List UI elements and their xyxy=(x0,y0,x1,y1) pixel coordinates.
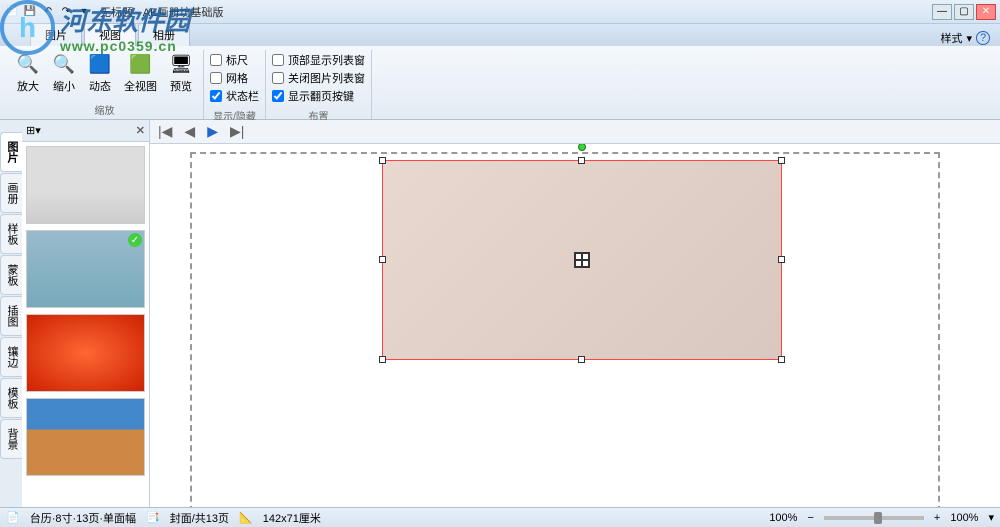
status-doc-info: 台历·8寸·13页·单面幅 xyxy=(30,510,136,526)
thumbnail-item[interactable] xyxy=(26,230,145,308)
side-tab-template[interactable]: 样板 xyxy=(0,214,22,254)
selected-image-object[interactable] xyxy=(382,160,782,360)
qat-icon-1[interactable]: 📄 xyxy=(4,4,20,20)
close-button[interactable]: ✕ xyxy=(976,4,996,20)
resize-handle-tl[interactable] xyxy=(379,157,386,164)
help-icon[interactable]: ? xyxy=(976,31,990,45)
status-size-icon: 📐 xyxy=(239,511,253,524)
toplist-checkbox[interactable]: 顶部显示列表窗 xyxy=(272,52,365,68)
ribbon-group-label-zoom: 缩放 xyxy=(12,100,197,119)
dynamic-icon: 🟦 xyxy=(88,52,112,76)
ribbon-group-zoom: 🔍 放大 🔍 缩小 🟦 动态 🟩 全视图 🖥 预览 缩放 xyxy=(6,50,204,119)
zoom-in-icon: 🔍 xyxy=(16,52,40,76)
rotate-handle[interactable] xyxy=(578,144,586,151)
zoom-out-button[interactable]: 🔍 缩小 xyxy=(48,50,80,100)
preview-icon: 🖥 xyxy=(169,52,193,76)
side-tab-background[interactable]: 背景 xyxy=(0,419,22,459)
titlebar: 📄 💾 ↶ ↷ ▾ 无标题 - AE画册坊基础版 — ▢ ✕ xyxy=(0,0,1000,24)
side-tab-album[interactable]: 画册 xyxy=(0,173,22,213)
qat-icon-2[interactable]: 💾 xyxy=(22,4,38,20)
center-grip-icon[interactable] xyxy=(574,252,590,268)
status-doc-icon: 📄 xyxy=(6,511,20,524)
resize-handle-tr[interactable] xyxy=(778,157,785,164)
ruler-checkbox[interactable]: 标尺 xyxy=(210,52,259,68)
side-tab-mask[interactable]: 蒙板 xyxy=(0,255,22,295)
qat-icon-5[interactable]: ▾ xyxy=(76,4,92,20)
panel-menu-icon[interactable]: ⊞ xyxy=(26,124,35,137)
qat-icon-4[interactable]: ↷ xyxy=(58,4,74,20)
window-title: 无标题 - AE画册坊基础版 xyxy=(100,4,223,20)
resize-handle-bl[interactable] xyxy=(379,356,386,363)
prev-page-button[interactable]: ◀ xyxy=(184,123,195,140)
zoom-out-icon: 🔍 xyxy=(52,52,76,76)
zoom-value: 100% xyxy=(769,512,797,524)
qat-icon-3[interactable]: ↶ xyxy=(40,4,56,20)
resize-handle-ml[interactable] xyxy=(379,256,386,263)
tab-view[interactable]: 视图 xyxy=(84,23,136,46)
fullview-button[interactable]: 🟩 全视图 xyxy=(120,50,161,100)
ribbon: 🔍 放大 🔍 缩小 🟦 动态 🟩 全视图 🖥 预览 缩放 标尺 xyxy=(0,46,1000,120)
canvas-area: |◀ ◀ ▶ ▶| xyxy=(150,120,1000,507)
quick-access-toolbar: 📄 💾 ↶ ↷ ▾ xyxy=(4,4,92,20)
zoom-in-small-button[interactable]: + xyxy=(934,512,940,524)
statusbar-checkbox[interactable]: 状态栏 xyxy=(210,88,259,104)
side-tab-border[interactable]: 镶边 xyxy=(0,337,22,377)
side-tab-model[interactable]: 模板 xyxy=(0,378,22,418)
fullview-icon: 🟩 xyxy=(129,52,153,76)
dynamic-button[interactable]: 🟦 动态 xyxy=(84,50,116,100)
shownav-checkbox[interactable]: 显示翻页按键 xyxy=(272,88,365,104)
resize-handle-bm[interactable] xyxy=(578,356,585,363)
play-button[interactable]: ▶ xyxy=(207,123,218,140)
side-tab-clipart[interactable]: 插图 xyxy=(0,296,22,336)
thumbnail-panel: ⊞ ▾ ✕ xyxy=(22,120,150,507)
zoom-value-2: 100% xyxy=(950,512,978,524)
thumbnail-item[interactable] xyxy=(26,146,145,224)
first-page-button[interactable]: |◀ xyxy=(158,123,172,140)
zoom-in-button[interactable]: 🔍 放大 xyxy=(12,50,44,100)
style-chevron-icon[interactable]: ▾ xyxy=(966,32,972,45)
resize-handle-mr[interactable] xyxy=(778,256,785,263)
zoom-dropdown-icon[interactable]: ▾ xyxy=(988,511,994,524)
side-tab-image[interactable]: 图片 xyxy=(0,132,22,172)
thumbnail-item[interactable] xyxy=(26,314,145,392)
ribbon-group-layout: 顶部显示列表窗 关闭图片列表窗 显示翻页按键 布置 xyxy=(266,50,372,119)
page-frame[interactable] xyxy=(190,152,940,507)
minimize-button[interactable]: — xyxy=(932,4,952,20)
thumbnail-panel-header: ⊞ ▾ ✕ xyxy=(22,120,149,142)
status-page-info: 封面/共13页 xyxy=(170,510,229,526)
status-page-icon: 📑 xyxy=(146,511,160,524)
tab-album[interactable]: 相册 xyxy=(138,23,190,46)
resize-handle-br[interactable] xyxy=(778,356,785,363)
preview-button[interactable]: 🖥 预览 xyxy=(165,50,197,100)
playback-bar: |◀ ◀ ▶ ▶| xyxy=(150,120,1000,144)
next-page-button[interactable]: ▶| xyxy=(230,123,244,140)
side-tab-strip: 图片 画册 样板 蒙板 插图 镶边 模板 背景 xyxy=(0,120,22,507)
main-area: 图片 画册 样板 蒙板 插图 镶边 模板 背景 ⊞ ▾ ✕ |◀ ◀ ▶ ▶| xyxy=(0,120,1000,507)
canvas-viewport[interactable] xyxy=(150,144,1000,507)
statusbar: 📄 台历·8寸·13页·单面幅 📑 封面/共13页 📐 142x71厘米 100… xyxy=(0,507,1000,527)
ribbon-group-showhide: 标尺 网格 状态栏 显示/隐藏 xyxy=(204,50,266,119)
thumbnail-list[interactable] xyxy=(22,142,149,507)
ribbon-tabs: 图片 视图 相册 样式 ▾ ? xyxy=(0,24,1000,46)
tab-image[interactable]: 图片 xyxy=(30,23,82,46)
status-size-info: 142x71厘米 xyxy=(263,510,321,526)
resize-handle-tm[interactable] xyxy=(578,157,585,164)
grid-checkbox[interactable]: 网格 xyxy=(210,70,259,86)
maximize-button[interactable]: ▢ xyxy=(954,4,974,20)
style-dropdown[interactable]: 样式 xyxy=(940,30,962,46)
zoom-slider[interactable] xyxy=(824,516,924,520)
closelist-checkbox[interactable]: 关闭图片列表窗 xyxy=(272,70,365,86)
panel-dropdown-icon[interactable]: ▾ xyxy=(35,124,41,137)
panel-close-icon[interactable]: ✕ xyxy=(136,124,145,137)
zoom-out-small-button[interactable]: − xyxy=(807,512,813,524)
thumbnail-item[interactable] xyxy=(26,398,145,476)
